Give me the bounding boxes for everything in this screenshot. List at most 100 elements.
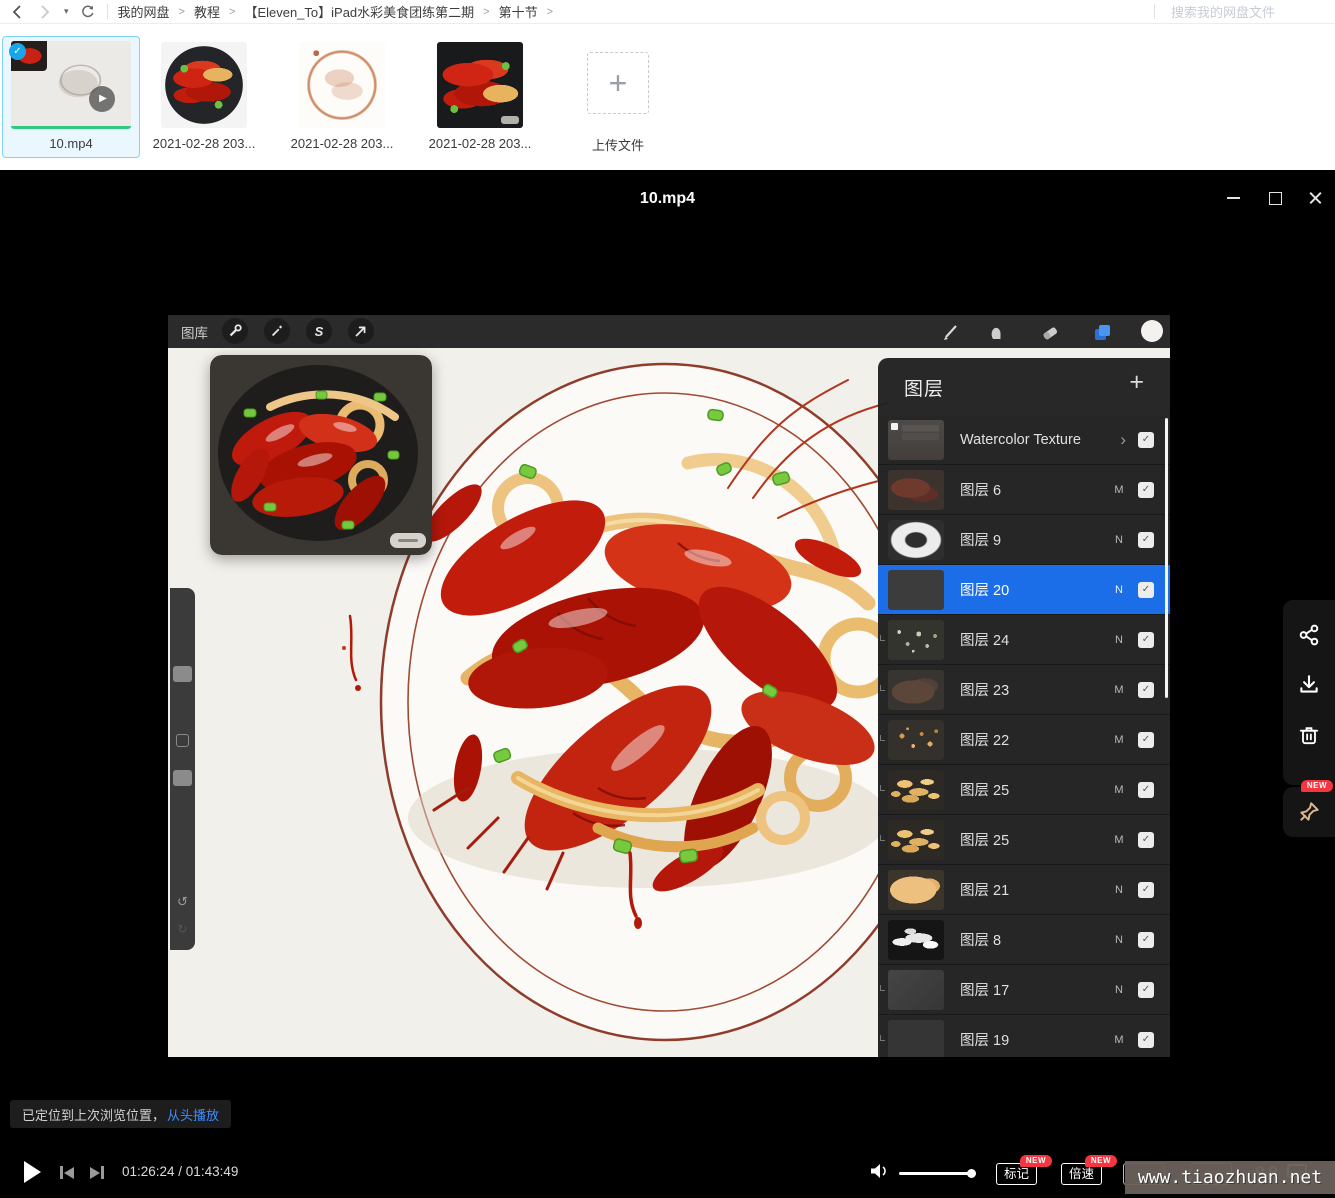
redo-icon: ↻	[177, 922, 188, 936]
divider	[106, 4, 108, 19]
pin-icon[interactable]	[1297, 800, 1321, 824]
speed-button[interactable]: 倍速 NEW	[1061, 1155, 1118, 1185]
file-card[interactable]: ✓ 10.mp4	[2, 36, 140, 158]
eraser-icon	[1038, 320, 1062, 344]
layer-visibility-checkbox: ✓	[1138, 631, 1154, 648]
refresh-icon[interactable]	[79, 3, 97, 21]
file-thumbnail	[161, 42, 247, 128]
layer-name: 图层 20	[960, 583, 1010, 599]
layer-row: 图层 19 › M ✓	[878, 1015, 1170, 1057]
forward-icon[interactable]	[36, 3, 54, 21]
undo-icon: ↺	[177, 894, 188, 909]
layer-visibility-checkbox: ✓	[1138, 1031, 1154, 1048]
mark-button[interactable]: 标记 NEW	[996, 1155, 1053, 1185]
layer-name: 图层 22	[960, 733, 1010, 749]
layer-name: 图层 9	[960, 533, 1002, 549]
layer-visibility-checkbox: ✓	[1138, 581, 1154, 598]
layer-row: 图层 23 › M ✓	[878, 665, 1170, 715]
toast-text: 已定位到上次浏览位置，	[22, 1107, 166, 1123]
layer-visibility-checkbox: ✓	[1138, 831, 1154, 848]
layer-row: 图层 25 › M ✓	[878, 815, 1170, 865]
close-icon[interactable]	[1308, 190, 1323, 205]
clip-mask-icon	[880, 635, 885, 641]
layer-name: 图层 8	[960, 933, 1002, 949]
video-player-window: 10.mp4 图库 S ↺ ↻ 图层 + Watercolor Texture …	[0, 170, 1335, 1198]
brush-size-slider	[173, 666, 192, 682]
breadcrumb-item[interactable]: 我的网盘	[118, 2, 170, 21]
video-title: 10.mp4	[639, 190, 696, 207]
layer-blend-mode: N	[1115, 883, 1123, 896]
delete-icon[interactable]	[1297, 723, 1321, 747]
breadcrumb-item[interactable]: 教程	[194, 2, 220, 21]
download-icon[interactable]	[1297, 673, 1321, 697]
upload-button[interactable]: + 上传文件	[549, 36, 687, 158]
layer-visibility-checkbox: ✓	[1138, 531, 1154, 548]
layer-visibility-checkbox: ✓	[1138, 781, 1154, 798]
breadcrumb-item[interactable]: 第十节	[499, 2, 538, 21]
breadcrumb-separator: >	[178, 5, 185, 18]
volume-icon[interactable]	[869, 1162, 889, 1185]
transform-arrow-icon	[348, 318, 374, 344]
layer-visibility-checkbox: ✓	[1138, 481, 1154, 498]
layer-visibility-checkbox: ✓	[1138, 931, 1154, 948]
adjustments-wand-icon	[264, 318, 290, 344]
file-actions-panel	[1283, 600, 1335, 785]
layer-name: 图层 19	[960, 1033, 1010, 1049]
file-name: 2021-02-28 203...	[152, 136, 256, 151]
breadcrumb-item[interactable]: 【Eleven_To】iPad水彩美食团练第二期	[244, 2, 474, 21]
upload-label: 上传文件	[591, 138, 644, 153]
layer-name: 图层 6	[960, 483, 1002, 499]
file-card[interactable]: 2021-02-28 203...	[411, 36, 549, 158]
layer-name: 图层 23	[960, 683, 1010, 699]
time-display: 01:26:24 / 01:43:49	[122, 1164, 239, 1179]
layer-blend-mode: M	[1114, 483, 1124, 496]
video-frame-procreate: 图库 S ↺ ↻ 图层 + Watercolor Texture › ✓ 图层 …	[168, 315, 1170, 1057]
add-layer-icon: +	[1129, 368, 1144, 396]
speed-new-badge: NEW	[1084, 1155, 1118, 1167]
resume-toast: 已定位到上次浏览位置， 从头播放	[10, 1100, 232, 1128]
procreate-sidebar: ↺ ↻	[170, 588, 195, 950]
layer-row: 图层 25 › M ✓	[878, 765, 1170, 815]
share-icon[interactable]	[1297, 623, 1321, 647]
replay-from-start-link[interactable]: 从头播放	[167, 1105, 219, 1124]
play-button[interactable]	[24, 1161, 41, 1183]
layer-name: 图层 24	[960, 633, 1010, 649]
history-dropdown-icon[interactable]: ▾	[64, 6, 69, 17]
procreate-topbar: 图库 S	[168, 315, 1170, 348]
selected-check-icon: ✓	[9, 43, 26, 60]
pin-panel: NEW	[1283, 780, 1335, 837]
layer-row: Watercolor Texture › ✓	[878, 415, 1170, 465]
window-controls	[1226, 190, 1323, 205]
layer-blend-mode: M	[1114, 733, 1124, 746]
clip-mask-icon	[880, 835, 885, 841]
nav-icons: ▾	[0, 3, 97, 21]
layer-blend-mode: N	[1115, 583, 1123, 596]
layer-blend-mode: M	[1114, 783, 1124, 796]
layer-thumbnail	[888, 569, 944, 610]
maximize-icon[interactable]	[1267, 190, 1282, 205]
layer-thumbnail	[888, 769, 944, 810]
volume-slider[interactable]	[899, 1169, 976, 1178]
previous-button[interactable]	[60, 1166, 74, 1179]
layer-thumbnail	[888, 719, 944, 760]
layer-thumbnail	[888, 819, 944, 860]
next-button[interactable]	[90, 1166, 104, 1179]
player-titlebar: 10.mp4	[0, 170, 1335, 226]
layer-blend-mode: N	[1115, 983, 1123, 996]
clip-mask-icon	[880, 1035, 885, 1041]
back-icon[interactable]	[8, 3, 26, 21]
minimize-icon[interactable]	[1226, 190, 1241, 205]
search-area: 搜索我的网盘文件	[1144, 2, 1335, 21]
search-input[interactable]: 搜索我的网盘文件	[1171, 2, 1321, 21]
layer-thumbnail	[888, 519, 944, 560]
file-card[interactable]: 2021-02-28 203...	[135, 36, 273, 158]
layer-row: 图层 24 › N ✓	[878, 615, 1170, 665]
breadcrumb-separator: >	[546, 5, 554, 18]
file-card[interactable]: 2021-02-28 203...	[273, 36, 411, 158]
layer-thumbnail	[888, 419, 944, 460]
layer-blend-mode: N	[1115, 633, 1123, 646]
volume-knob[interactable]	[967, 1169, 976, 1178]
layer-visibility-checkbox: ✓	[1138, 731, 1154, 748]
brush-icon	[938, 320, 962, 344]
file-name: 10.mp4	[49, 136, 93, 151]
